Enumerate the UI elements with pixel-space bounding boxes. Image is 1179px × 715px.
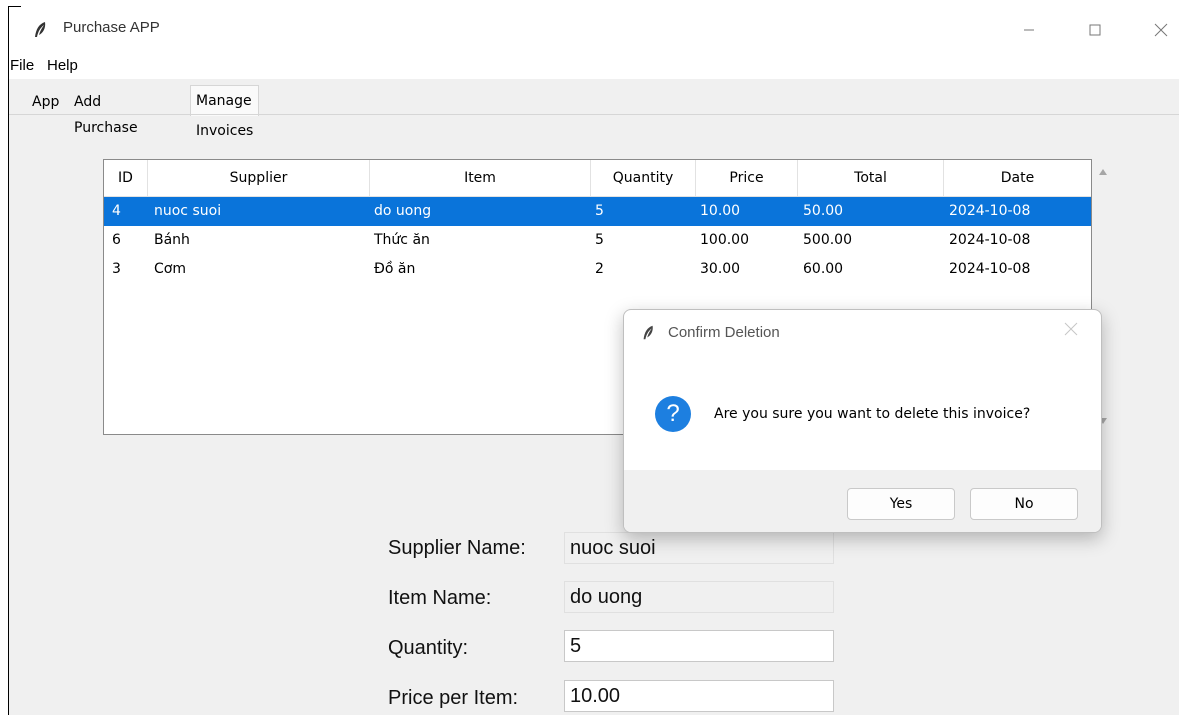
price-per-item-field[interactable]: 10.00 — [564, 680, 834, 712]
maximize-icon — [1089, 24, 1101, 36]
cell-supplier: Cơm — [154, 261, 186, 277]
feather-icon — [643, 325, 653, 340]
menu-bar: File Help — [9, 53, 1179, 79]
cell-item: Đồ ăn — [374, 261, 416, 277]
item-name-field[interactable]: do uong — [564, 581, 834, 613]
menu-help[interactable]: Help — [47, 57, 78, 74]
cell-total: 60.00 — [803, 261, 844, 277]
cell-item: do uong — [374, 203, 432, 219]
price-per-item-label: Price per Item: — [388, 687, 519, 709]
dialog-close-icon[interactable] — [1064, 322, 1078, 336]
cell-supplier: Bánh — [154, 232, 190, 248]
window-title: Purchase APP — [63, 19, 160, 36]
cell-supplier: nuoc suoi — [154, 203, 222, 219]
table-row[interactable]: 3 Cơm Đồ ăn 2 30.00 60.00 2024-10-08 — [104, 255, 1091, 284]
cell-id: 4 — [112, 203, 121, 219]
close-icon — [1154, 23, 1168, 37]
menu-file[interactable]: File — [10, 57, 34, 74]
column-id[interactable]: ID — [104, 160, 148, 196]
app-window: Purchase APP File Help App Add Purchase … — [9, 7, 1179, 715]
column-total[interactable]: Total — [798, 160, 944, 196]
cell-price: 10.00 — [700, 203, 741, 219]
cell-total: 500.00 — [803, 232, 852, 248]
dialog-message: Are you sure you want to delete this inv… — [714, 406, 1031, 422]
supplier-name-label: Supplier Name: — [388, 537, 526, 559]
cell-item: Thức ăn — [374, 232, 430, 248]
cell-quantity: 2 — [595, 261, 604, 277]
cell-total: 50.00 — [803, 203, 844, 219]
column-item[interactable]: Item — [370, 160, 591, 196]
tab-divider — [9, 114, 1179, 115]
title-bar: Purchase APP — [9, 7, 1179, 53]
quantity-field[interactable]: 5 — [564, 630, 834, 662]
column-date[interactable]: Date — [944, 160, 1091, 196]
cell-quantity: 5 — [595, 232, 604, 248]
feather-icon — [35, 22, 46, 37]
cell-id: 3 — [112, 261, 121, 277]
table-row[interactable]: 6 Bánh Thức ăn 5 100.00 500.00 2024-10-0… — [104, 226, 1091, 255]
confirm-deletion-dialog: Confirm Deletion ? Are you sure you want… — [623, 309, 1102, 533]
tab-app[interactable]: App — [27, 89, 64, 115]
minimize-icon — [1024, 29, 1034, 31]
table-row[interactable]: 4 nuoc suoi do uong 5 10.00 50.00 2024-1… — [104, 197, 1091, 226]
cell-id: 6 — [112, 232, 121, 248]
cell-quantity: 5 — [595, 203, 604, 219]
cell-date: 2024-10-08 — [949, 232, 1031, 248]
column-supplier[interactable]: Supplier — [148, 160, 370, 196]
no-button[interactable]: No — [970, 488, 1078, 520]
minimize-button[interactable] — [1009, 15, 1049, 45]
table-header: ID Supplier Item Quantity Price Total Da… — [104, 160, 1091, 197]
quantity-label: Quantity: — [388, 637, 469, 659]
cell-date: 2024-10-08 — [949, 203, 1031, 219]
column-price[interactable]: Price — [696, 160, 798, 196]
yes-button[interactable]: Yes — [847, 488, 955, 520]
dialog-footer: Yes No — [624, 470, 1101, 532]
close-button[interactable] — [1141, 15, 1179, 45]
question-icon: ? — [655, 396, 691, 432]
column-quantity[interactable]: Quantity — [591, 160, 696, 196]
cell-date: 2024-10-08 — [949, 261, 1031, 277]
cell-price: 30.00 — [700, 261, 741, 277]
tab-add-purchase[interactable]: Add Purchase — [69, 89, 143, 136]
item-name-label: Item Name: — [388, 587, 492, 609]
supplier-name-field[interactable]: nuoc suoi — [564, 532, 834, 564]
cell-price: 100.00 — [700, 232, 749, 248]
tab-manage-invoices[interactable]: Manage Invoices — [190, 85, 260, 139]
maximize-button[interactable] — [1075, 15, 1115, 45]
scroll-up-arrow-icon[interactable] — [1098, 167, 1108, 177]
dialog-title: Confirm Deletion — [668, 324, 780, 341]
